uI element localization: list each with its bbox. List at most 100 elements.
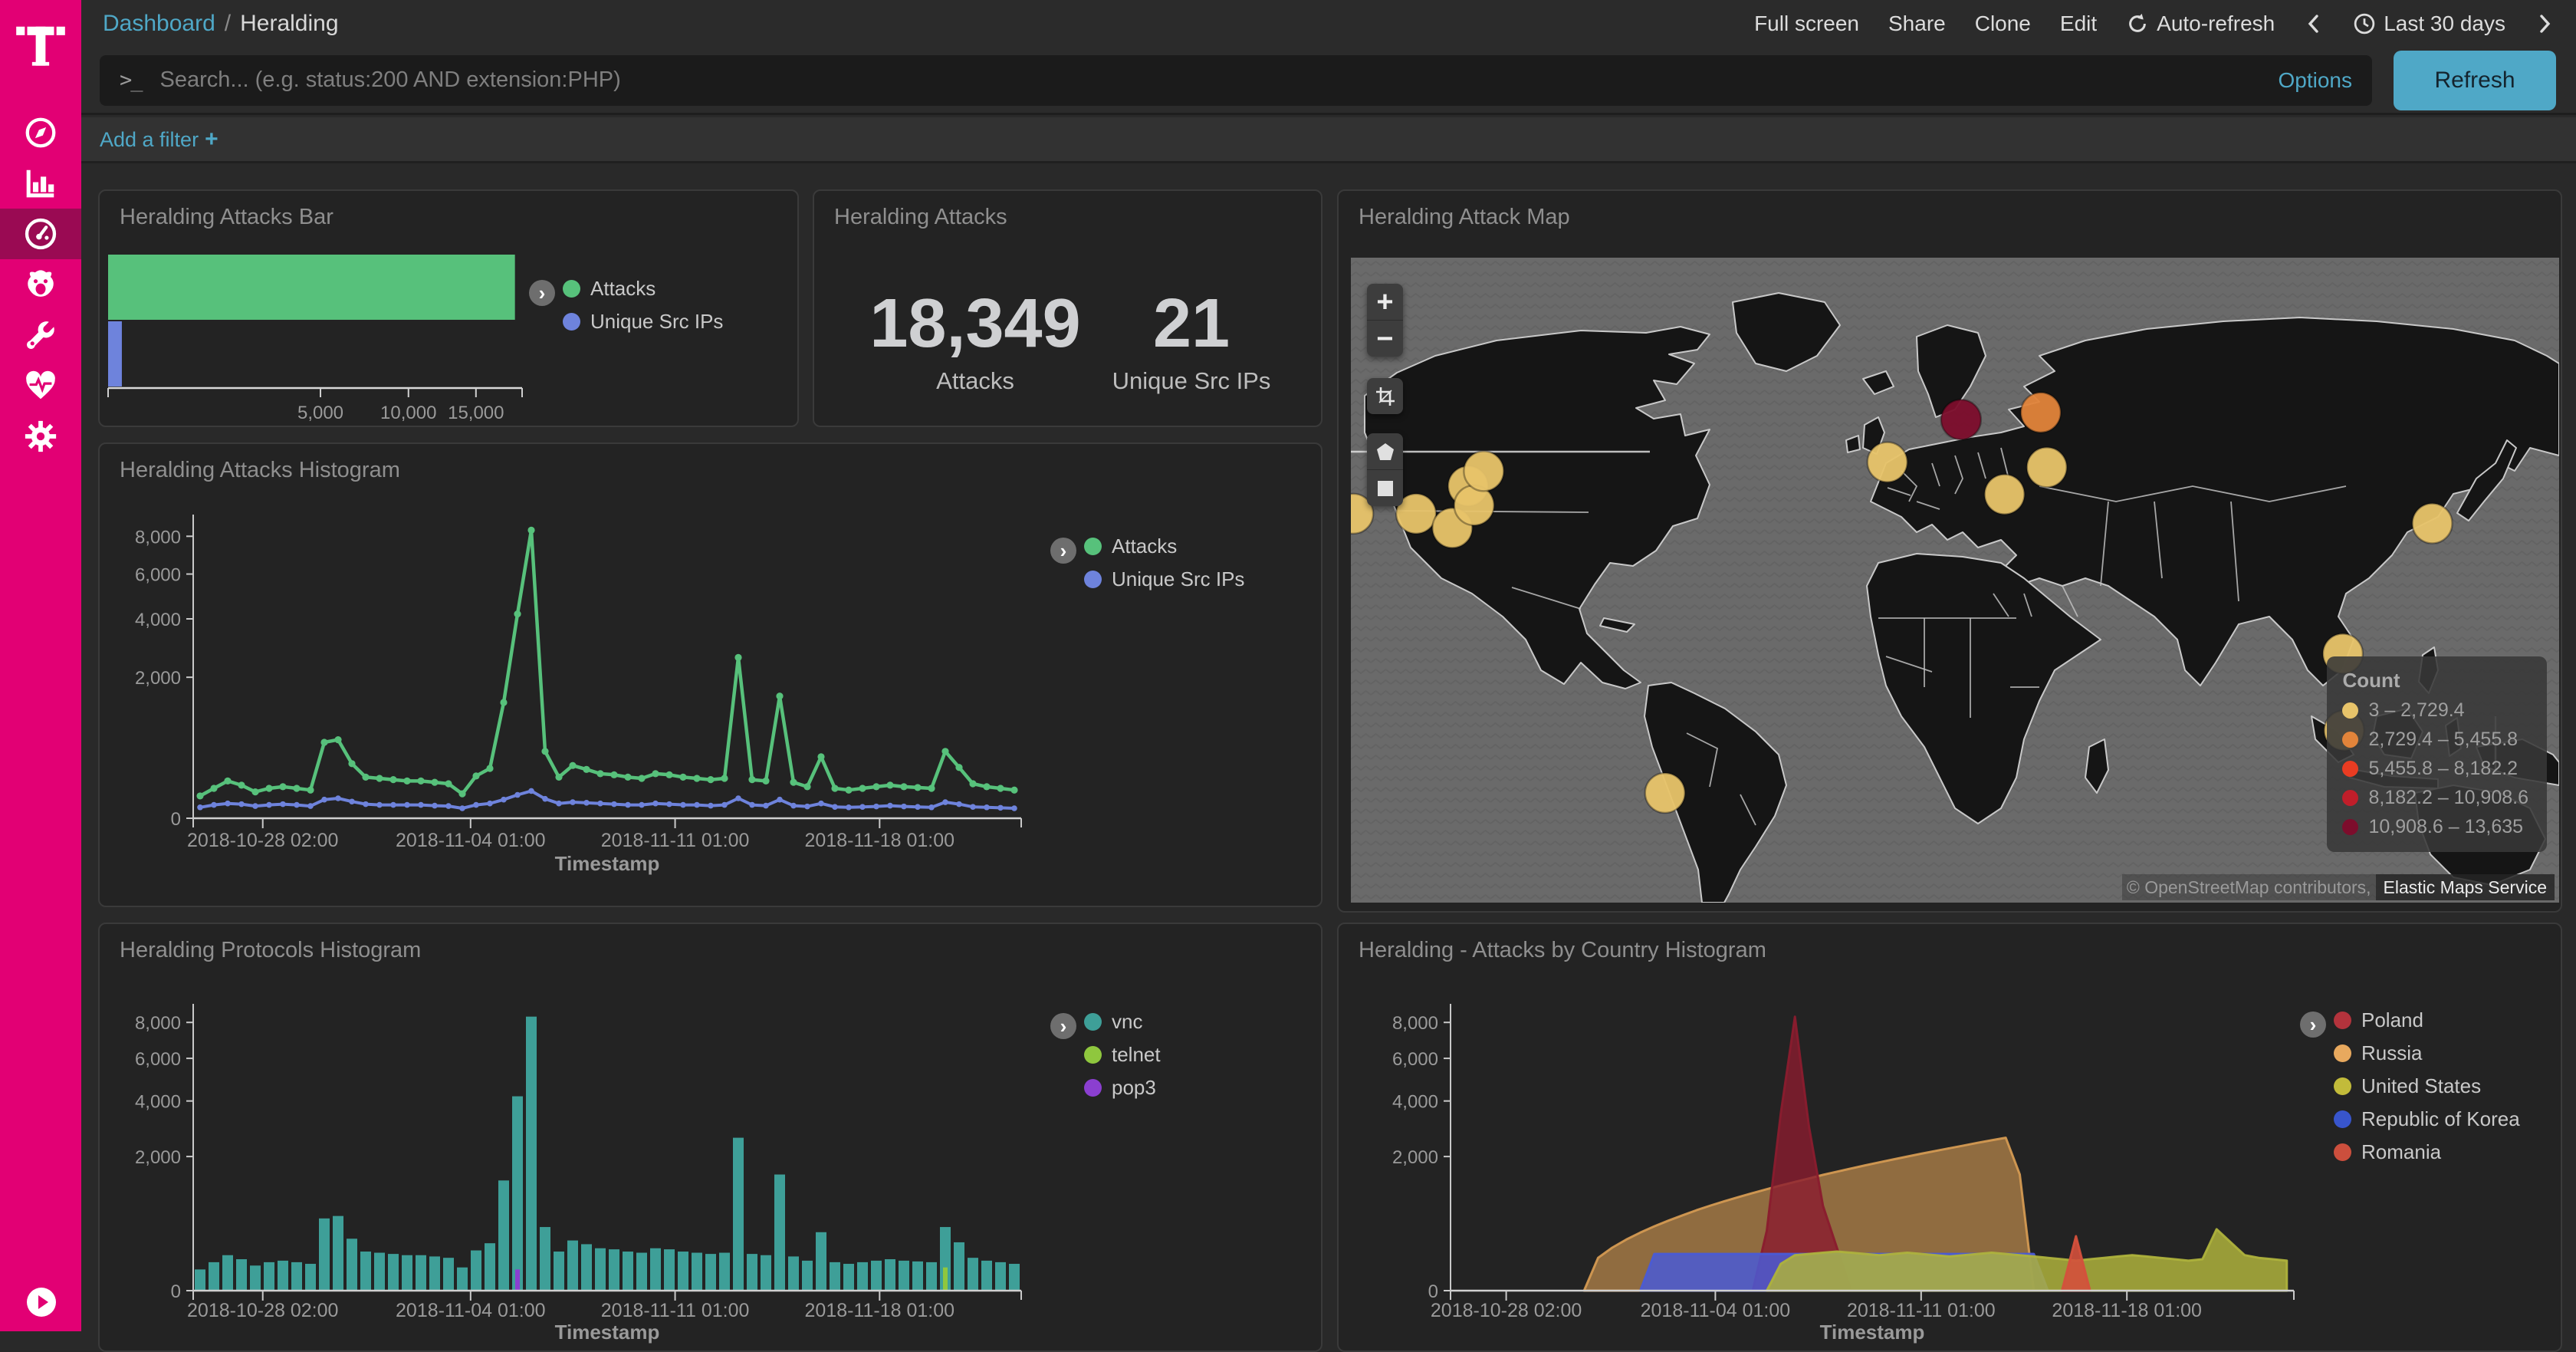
bar-vnc — [761, 1255, 771, 1291]
data-point — [639, 802, 645, 808]
compass-icon — [23, 115, 58, 150]
data-point — [432, 803, 438, 809]
sidebar-item-visualize[interactable] — [0, 158, 81, 209]
data-point — [597, 801, 603, 807]
add-filter-link[interactable]: Add a filter+ — [100, 127, 219, 153]
data-point — [334, 736, 341, 743]
map-zoom-in-button[interactable]: + — [1367, 284, 1403, 320]
sidebar-item-monitoring[interactable] — [0, 360, 81, 411]
data-point — [790, 779, 797, 786]
legend-toggle-button[interactable]: › — [2300, 1012, 2326, 1038]
bar-vnc — [360, 1252, 371, 1291]
map-zoom-out-button[interactable]: − — [1367, 320, 1403, 357]
legend: Attacks Unique Src IPs — [563, 277, 723, 334]
data-point — [528, 788, 534, 794]
axis-label: 2018-11-04 01:00 — [396, 830, 546, 851]
legend-item[interactable]: Attacks — [563, 277, 723, 301]
data-point — [776, 692, 783, 699]
sidebar-item-management[interactable] — [0, 411, 81, 462]
map-fit-bounds-button[interactable] — [1367, 378, 1403, 414]
bar-vnc — [954, 1242, 964, 1291]
menu-clone[interactable]: Clone — [1975, 12, 2031, 36]
legend-item[interactable]: Unique Src IPs — [1084, 567, 1244, 591]
data-point — [997, 785, 1004, 791]
data-point — [458, 791, 465, 798]
legend-item[interactable]: United States — [2334, 1074, 2520, 1098]
map-legend-range: 3 – 2,729.4 — [2368, 699, 2464, 722]
sidebar-item-devtools[interactable] — [0, 310, 81, 360]
menu-share[interactable]: Share — [1888, 12, 1946, 36]
bar-vnc — [595, 1248, 606, 1291]
bar-vnc — [581, 1244, 592, 1291]
data-point — [873, 804, 879, 810]
sidebar-item-honeypot[interactable] — [0, 259, 81, 310]
bar-vnc — [291, 1262, 302, 1291]
time-next-button[interactable] — [2535, 12, 2555, 35]
data-point — [225, 801, 231, 807]
time-picker[interactable]: Last 30 days — [2353, 12, 2505, 36]
data-point — [541, 748, 548, 755]
menu-edit[interactable]: Edit — [2060, 12, 2097, 36]
map-draw-polygon-button[interactable] — [1367, 433, 1403, 469]
bar-vnc — [471, 1251, 481, 1291]
legend-item[interactable]: Poland — [2334, 1008, 2520, 1032]
search-box: >_ Options — [100, 55, 2372, 106]
legend-color-dot — [1084, 538, 1102, 555]
legend-toggle-button[interactable]: › — [529, 280, 555, 306]
sidebar-item-discover[interactable] — [0, 107, 81, 158]
bar-vnc — [402, 1255, 412, 1291]
data-point — [818, 801, 824, 807]
legend-item[interactable]: Russia — [2334, 1041, 2520, 1065]
data-point — [251, 788, 258, 795]
axis-label: 2018-11-18 01:00 — [2052, 1300, 2202, 1321]
legend-toggle-button[interactable]: › — [1050, 1013, 1076, 1039]
bar-vnc — [871, 1261, 882, 1291]
sidebar — [0, 0, 81, 1331]
data-point — [734, 654, 741, 661]
legend-item[interactable]: pop3 — [1084, 1076, 1161, 1100]
legend-label: telnet — [1112, 1043, 1161, 1067]
data-point — [832, 804, 838, 810]
search-input[interactable] — [159, 67, 2262, 94]
map-draw-rectangle-button[interactable] — [1367, 469, 1403, 506]
axis-label: 4,000 — [135, 610, 181, 630]
bar-vnc — [1009, 1264, 1020, 1291]
refresh-button[interactable]: Refresh — [2394, 51, 2556, 110]
data-point — [252, 803, 258, 809]
terminal-prompt-icon: >_ — [120, 68, 142, 92]
data-point — [445, 780, 452, 787]
panel-attack-map: Heralding Attack Map + − — [1337, 189, 2562, 913]
panel-title: Heralding Attack Map — [1359, 205, 2561, 230]
sidebar-nav — [0, 107, 81, 462]
legend-item[interactable]: Romania — [2334, 1140, 2520, 1164]
sidebar-expand-button[interactable] — [26, 1287, 57, 1317]
world-map[interactable]: + − — [1351, 258, 2559, 903]
menu-auto-refresh[interactable]: Auto-refresh — [2126, 12, 2275, 36]
legend-item[interactable]: vnc — [1084, 1010, 1161, 1034]
legend-label: Russia — [2361, 1041, 2422, 1065]
sidebar-item-dashboard[interactable] — [0, 209, 81, 259]
data-point — [555, 774, 562, 781]
legend-item[interactable]: Unique Src IPs — [563, 310, 723, 334]
data-point — [997, 805, 1004, 811]
options-link[interactable]: Options — [2279, 68, 2353, 93]
legend-item[interactable]: telnet — [1084, 1043, 1161, 1067]
bar-vnc — [567, 1241, 578, 1291]
bar-vnc — [540, 1227, 550, 1291]
bar-vnc — [278, 1261, 288, 1291]
menu-full-screen[interactable]: Full screen — [1754, 12, 1859, 36]
breadcrumb-dashboard-link[interactable]: Dashboard — [103, 11, 215, 37]
elastic-maps-service-link[interactable]: Elastic Maps Service — [2376, 874, 2555, 900]
legend-toggle-button[interactable]: › — [1050, 538, 1076, 564]
data-point — [624, 774, 631, 781]
legend-item[interactable]: Republic of Korea — [2334, 1107, 2520, 1131]
time-previous-button[interactable] — [2304, 12, 2324, 35]
legend-item[interactable]: Attacks — [1084, 535, 1244, 558]
data-point — [486, 765, 493, 771]
data-point — [652, 770, 659, 777]
data-point — [418, 802, 424, 808]
data-point — [721, 775, 728, 781]
bar-attacks — [108, 255, 515, 320]
attack-location-dot — [1985, 475, 2025, 515]
bar-vnc — [457, 1268, 468, 1291]
